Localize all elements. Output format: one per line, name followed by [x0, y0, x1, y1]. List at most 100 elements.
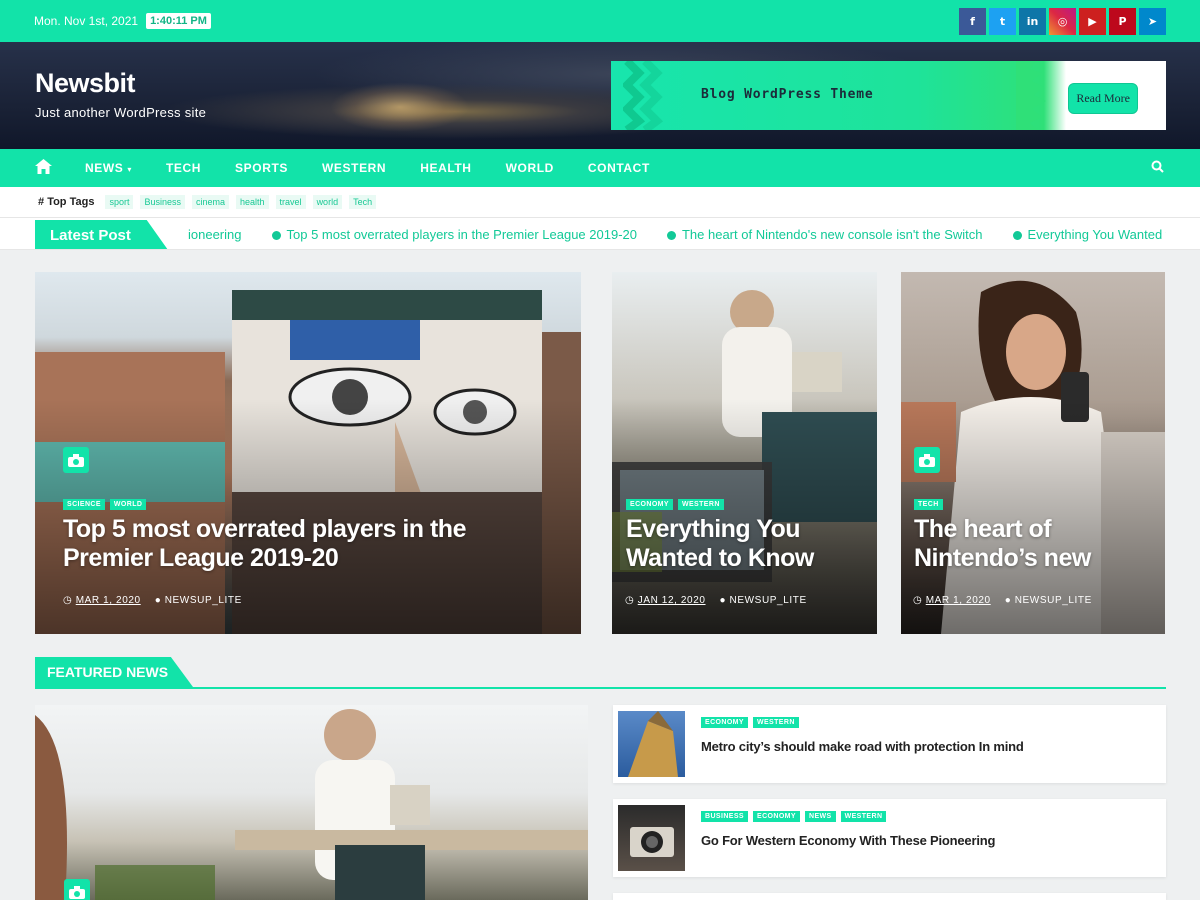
pinterest-icon[interactable]: P — [1109, 7, 1136, 35]
category-badge[interactable]: TECH — [914, 499, 943, 510]
post-meta: ◷ MAR 1, 2020 ● NEWSUP_LITE — [913, 595, 1092, 606]
nav-item-sports[interactable]: SPORTS — [235, 161, 288, 175]
list-item-title[interactable]: Metro city’s should make road with prote… — [701, 739, 1024, 754]
tag-travel[interactable]: travel — [275, 195, 306, 209]
camera-icon — [64, 879, 90, 900]
home-icon[interactable] — [35, 158, 53, 179]
facebook-icon[interactable]: f — [959, 7, 986, 35]
ticker-item[interactable]: ioneering — [188, 227, 242, 242]
category-badge[interactable]: ECONOMY — [753, 811, 800, 822]
category-badge[interactable]: NEWS — [804, 811, 836, 822]
social-links: f t in ◎ ▶ P ➤ — [959, 7, 1166, 35]
post-date[interactable]: ◷ MAR 1, 2020 — [63, 595, 141, 606]
post-author[interactable]: ● NEWSUP_LITE — [720, 595, 807, 606]
category-badges: TECH — [914, 499, 943, 510]
category-badge[interactable]: WORLD — [109, 499, 147, 510]
featured-workspace-image — [35, 709, 588, 900]
category-badges: ECONOMY WESTERN — [701, 717, 799, 728]
post-thumbnail — [618, 711, 685, 777]
hero-title[interactable]: The heart of Nintendo’s new — [914, 515, 1159, 573]
list-item-title[interactable]: Go For Western Economy With These Pionee… — [701, 833, 995, 848]
header-background-image — [330, 82, 470, 132]
header-ad-banner[interactable]: Blog WordPress Theme Read More — [611, 61, 1166, 130]
tag-health[interactable]: health — [236, 195, 269, 209]
user-icon: ● — [154, 595, 162, 606]
nav-item-news[interactable]: NEWS ▾ — [85, 161, 132, 175]
post-author[interactable]: ● NEWSUP_LITE — [155, 595, 242, 606]
ticker-track: ioneering Top 5 most overrated players i… — [188, 218, 1166, 249]
read-more-button[interactable]: Read More — [1068, 83, 1138, 114]
latest-post-ticker: Latest Post ioneering Top 5 most overrat… — [0, 218, 1200, 250]
category-badges: ECONOMY WESTERN — [626, 499, 724, 510]
list-item[interactable] — [613, 893, 1166, 900]
category-badges: BUSINESS ECONOMY NEWS WESTERN — [701, 811, 887, 822]
category-badge[interactable]: WESTERN — [840, 811, 887, 822]
ticker-item[interactable]: The heart of Nintendo's new console isn'… — [666, 227, 983, 242]
featured-news-heading: FEATURED NEWS — [35, 657, 1166, 689]
site-tagline: Just another WordPress site — [35, 105, 207, 120]
tag-business[interactable]: Business — [140, 195, 185, 209]
ad-headline: Blog WordPress Theme — [701, 87, 874, 102]
date-display: Mon. Nov 1st, 2021 1:40:11 PM — [34, 13, 211, 29]
featured-main-card[interactable] — [35, 705, 588, 900]
nav-item-contact[interactable]: CONTACT — [588, 161, 650, 175]
latest-post-label: Latest Post — [35, 220, 168, 249]
hero-card-2[interactable]: ECONOMY WESTERN Everything You Wanted to… — [612, 272, 877, 634]
post-meta: ◷ JAN 12, 2020 ● NEWSUP_LITE — [625, 595, 807, 606]
category-badge[interactable]: ECONOMY — [626, 499, 673, 510]
hashtag-icon: # — [38, 196, 45, 208]
telegram-icon[interactable]: ➤ — [1139, 7, 1166, 35]
nav-item-world[interactable]: WORLD — [506, 161, 554, 175]
nav-item-tech[interactable]: TECH — [166, 161, 201, 175]
current-date: Mon. Nov 1st, 2021 — [34, 14, 139, 28]
site-branding: Newsbit Just another WordPress site — [35, 68, 206, 120]
twitter-icon[interactable]: t — [989, 7, 1016, 35]
main-navigation: NEWS ▾ TECH SPORTS WESTERN HEALTH WORLD … — [0, 149, 1200, 187]
post-meta: ◷ MAR 1, 2020 ● NEWSUP_LITE — [63, 595, 242, 606]
list-item[interactable]: BUSINESS ECONOMY NEWS WESTERN Go For Wes… — [613, 799, 1166, 877]
post-author[interactable]: ● NEWSUP_LITE — [1005, 595, 1092, 606]
top-tags-bar: # Top Tags sport Business cinema health … — [0, 187, 1200, 218]
post-thumbnail — [618, 805, 685, 871]
ticker-item[interactable]: Everything You Wanted to Know Abou — [1012, 227, 1166, 242]
hero-card-3[interactable]: TECH The heart of Nintendo’s new ◷ MAR 1… — [901, 272, 1165, 634]
user-icon: ● — [1004, 595, 1012, 606]
featured-news-label: FEATURED NEWS — [35, 657, 193, 687]
arrow-circle-icon — [1012, 230, 1022, 240]
site-header: Newsbit Just another WordPress site Blog… — [0, 42, 1200, 149]
post-date[interactable]: ◷ MAR 1, 2020 — [913, 595, 991, 606]
arrow-circle-icon — [271, 230, 281, 240]
top-tags-label: # Top Tags — [38, 196, 95, 208]
tag-cinema[interactable]: cinema — [192, 195, 230, 209]
clock-icon: ◷ — [913, 595, 923, 606]
instagram-icon[interactable]: ◎ — [1049, 7, 1076, 35]
ticker-item[interactable]: Top 5 most overrated players in the Prem… — [271, 227, 637, 242]
category-badges: SCIENCE WORLD — [63, 499, 147, 510]
hero-card-1[interactable]: SCIENCE WORLD Top 5 most overrated playe… — [35, 272, 581, 634]
camera-icon — [914, 447, 940, 473]
list-item[interactable]: ECONOMY WESTERN Metro city’s should make… — [613, 705, 1166, 783]
clock-icon: ◷ — [625, 595, 635, 606]
nav-item-western[interactable]: WESTERN — [322, 161, 386, 175]
tag-tech[interactable]: Tech — [349, 195, 377, 209]
youtube-icon[interactable]: ▶ — [1079, 7, 1106, 35]
camera-icon — [63, 447, 89, 473]
post-date[interactable]: ◷ JAN 12, 2020 — [625, 595, 706, 606]
chevron-pattern-icon — [623, 61, 664, 130]
top-bar: Mon. Nov 1st, 2021 1:40:11 PM f t in ◎ ▶… — [0, 0, 1200, 42]
search-icon[interactable] — [1151, 160, 1164, 178]
linkedin-icon[interactable]: in — [1019, 7, 1046, 35]
tag-world[interactable]: world — [312, 195, 343, 209]
chevron-down-icon: ▾ — [127, 165, 132, 174]
hero-title[interactable]: Everything You Wanted to Know — [626, 515, 871, 573]
nav-item-health[interactable]: HEALTH — [420, 161, 471, 175]
category-badge[interactable]: WESTERN — [752, 717, 799, 728]
hero-title[interactable]: Top 5 most overrated players in the Prem… — [63, 515, 573, 573]
category-badge[interactable]: SCIENCE — [63, 499, 105, 510]
category-badge[interactable]: BUSINESS — [701, 811, 748, 822]
category-badge[interactable]: WESTERN — [677, 499, 724, 510]
site-title[interactable]: Newsbit — [35, 68, 206, 99]
category-badge[interactable]: ECONOMY — [701, 717, 748, 728]
tag-sport[interactable]: sport — [105, 195, 134, 209]
clock-icon: ◷ — [63, 595, 73, 606]
